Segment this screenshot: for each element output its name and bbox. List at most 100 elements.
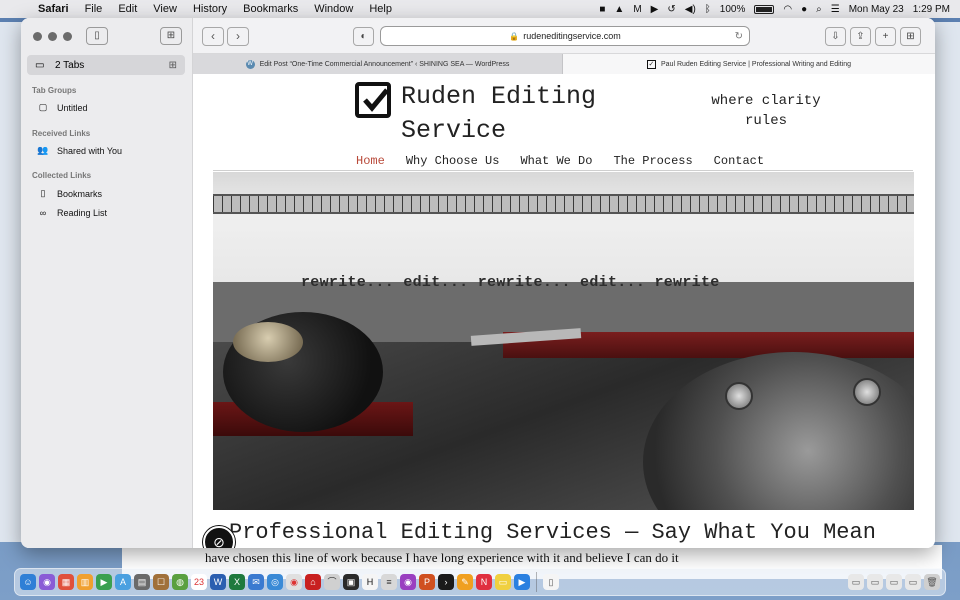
- menu-window[interactable]: Window: [306, 3, 361, 15]
- nav-divider: [213, 170, 913, 171]
- menu-bookmarks[interactable]: Bookmarks: [235, 3, 306, 15]
- menubar-date[interactable]: Mon May 23: [849, 4, 904, 15]
- zoom-window-button[interactable]: [63, 32, 72, 41]
- wifi-icon[interactable]: ◠: [783, 4, 792, 15]
- volume-icon[interactable]: ◀): [685, 4, 696, 15]
- hero-typed-text: rewrite... edit... rewrite... edit... re…: [301, 274, 720, 291]
- nav-home[interactable]: Home: [356, 154, 385, 168]
- address-bar-url: rudeneditingservice.com: [523, 31, 621, 41]
- finder-icon[interactable]: ☺: [20, 574, 36, 590]
- nav-the-process[interactable]: The Process: [613, 154, 692, 168]
- zoom-icon[interactable]: ▶: [514, 574, 530, 590]
- screen-record-icon[interactable]: ■: [599, 4, 605, 15]
- tab-group-add-icon: ⊞: [166, 30, 176, 41]
- recent-window-icon-3[interactable]: ▭: [886, 574, 902, 590]
- battery-icon[interactable]: [754, 4, 775, 14]
- minimize-window-button[interactable]: [48, 32, 57, 41]
- preview-icon[interactable]: ⌒: [324, 574, 340, 590]
- sidebar-item-tabs[interactable]: ▭ 2 Tabs ⊞: [27, 55, 185, 75]
- site-title[interactable]: Ruden Editing Service: [401, 80, 601, 148]
- word-icon[interactable]: W: [210, 574, 226, 590]
- tab-ruden-editing[interactable]: ✓ Paul Ruden Editing Service | Professio…: [563, 54, 935, 74]
- warning-icon[interactable]: ▲: [614, 4, 624, 15]
- sidebar-item-untitled-label: Untitled: [57, 102, 88, 113]
- document-icon[interactable]: ▯: [543, 574, 559, 590]
- menu-history[interactable]: History: [185, 3, 235, 15]
- recent-window-icon[interactable]: ▭: [848, 574, 864, 590]
- nav-contact[interactable]: Contact: [714, 154, 764, 168]
- time-machine-icon[interactable]: ↺: [667, 4, 675, 15]
- hero-image-typewriter: rewrite... edit... rewrite... edit... re…: [213, 172, 914, 510]
- contacts-icon[interactable]: ☐: [153, 574, 169, 590]
- sidebar-item-reading-list[interactable]: ∞ Reading List: [37, 208, 107, 218]
- reload-icon[interactable]: ↻: [735, 31, 743, 42]
- trash-icon[interactable]: 🗑: [924, 574, 940, 590]
- powerpoint-icon[interactable]: P: [419, 574, 435, 590]
- user-icon[interactable]: ●: [801, 4, 807, 15]
- recent-window-icon-2[interactable]: ▭: [867, 574, 883, 590]
- control-center-icon[interactable]: ☰: [831, 4, 840, 15]
- menu-help[interactable]: Help: [361, 3, 400, 15]
- app-store-icon[interactable]: A: [115, 574, 131, 590]
- recent-window-icon-4[interactable]: ▭: [905, 574, 921, 590]
- launchpad-icon[interactable]: ▦: [58, 574, 74, 590]
- bluetooth-icon[interactable]: ᛒ: [705, 4, 711, 15]
- tab-wordpress[interactable]: W Edit Post “One-Time Commercial Announc…: [193, 54, 563, 74]
- sidebar-item-untitled[interactable]: ▢ Untitled: [37, 102, 88, 113]
- battery-percent: 100%: [719, 3, 746, 15]
- nav-why-choose-us[interactable]: Why Choose Us: [406, 154, 500, 168]
- chrome-icon[interactable]: ◉: [286, 574, 302, 590]
- news-icon[interactable]: N: [476, 574, 492, 590]
- checkbox-favicon-icon: ✓: [646, 59, 656, 69]
- dock: ☺ ◉ ▦ ▥ ▶ A ▤ ☐ ◍ 23 W X ✉ ◎ ◉ ⌂ ⌒ ▣ H ≡…: [14, 568, 946, 596]
- facetime-icon[interactable]: ▶: [96, 574, 112, 590]
- privacy-report-button[interactable]: ◐: [353, 27, 374, 46]
- pages-icon[interactable]: ✎: [457, 574, 473, 590]
- site-logo-check-icon[interactable]: [355, 82, 391, 118]
- calculator-icon[interactable]: ▤: [134, 574, 150, 590]
- chevron-left-icon: ‹: [211, 29, 215, 43]
- notes-app-icon[interactable]: ≡: [381, 574, 397, 590]
- podcasts-icon[interactable]: ◉: [400, 574, 416, 590]
- mail-icon[interactable]: ✉: [248, 574, 264, 590]
- toolbar: ‹ › ◐ 🔒 rudeneditingservice.com ↻ ⇩ ⇪ + …: [193, 18, 935, 54]
- siri-icon[interactable]: ◉: [39, 574, 55, 590]
- close-window-button[interactable]: [33, 32, 42, 41]
- play-icon[interactable]: ▶: [651, 4, 659, 15]
- new-tab-group-button[interactable]: ⊞: [160, 27, 182, 45]
- laptop-icon: ▭: [35, 59, 45, 71]
- sidebar-toggle-button[interactable]: ▯: [86, 27, 108, 45]
- app-m-icon[interactable]: M: [633, 4, 641, 15]
- share-button[interactable]: ⇪: [850, 27, 871, 46]
- menu-view[interactable]: View: [145, 3, 185, 15]
- calendar-icon[interactable]: 23: [191, 574, 207, 590]
- sidebar-item-bookmarks[interactable]: ▯ Bookmarks: [37, 188, 103, 199]
- back-button[interactable]: ‹: [202, 27, 224, 46]
- terminal-icon[interactable]: ›: [438, 574, 454, 590]
- downloads-button[interactable]: ⇩: [825, 27, 846, 46]
- tab-overview-icon: ⊞: [906, 31, 915, 42]
- menubar-time[interactable]: 1:29 PM: [913, 4, 950, 15]
- menu-safari[interactable]: Safari: [30, 3, 77, 15]
- menu-file[interactable]: File: [77, 3, 111, 15]
- menu-edit[interactable]: Edit: [110, 3, 145, 15]
- nav-what-we-do[interactable]: What We Do: [520, 154, 592, 168]
- stickies-icon[interactable]: ▭: [495, 574, 511, 590]
- hero-knob: [233, 322, 303, 362]
- forward-button[interactable]: ›: [227, 27, 249, 46]
- terminal-like-icon[interactable]: ▣: [343, 574, 359, 590]
- books-icon[interactable]: ▥: [77, 574, 93, 590]
- chevron-right-icon: ›: [236, 29, 240, 43]
- excel-icon[interactable]: X: [229, 574, 245, 590]
- tab-overview-button[interactable]: ⊞: [900, 27, 921, 46]
- safari-icon[interactable]: ◎: [267, 574, 283, 590]
- messages-icon[interactable]: ◍: [172, 574, 188, 590]
- sidebar-item-shared-with-you[interactable]: 👥 Shared with You: [37, 145, 122, 156]
- address-bar[interactable]: 🔒 rudeneditingservice.com ↻: [380, 26, 750, 46]
- window-controls: [33, 32, 72, 41]
- new-tab-button[interactable]: +: [875, 27, 896, 46]
- spotlight-search-icon[interactable]: ⌕: [816, 4, 822, 15]
- acrobat-icon[interactable]: ⌂: [305, 574, 321, 590]
- grid-icon[interactable]: ⊞: [169, 60, 177, 71]
- h-app-icon[interactable]: H: [362, 574, 378, 590]
